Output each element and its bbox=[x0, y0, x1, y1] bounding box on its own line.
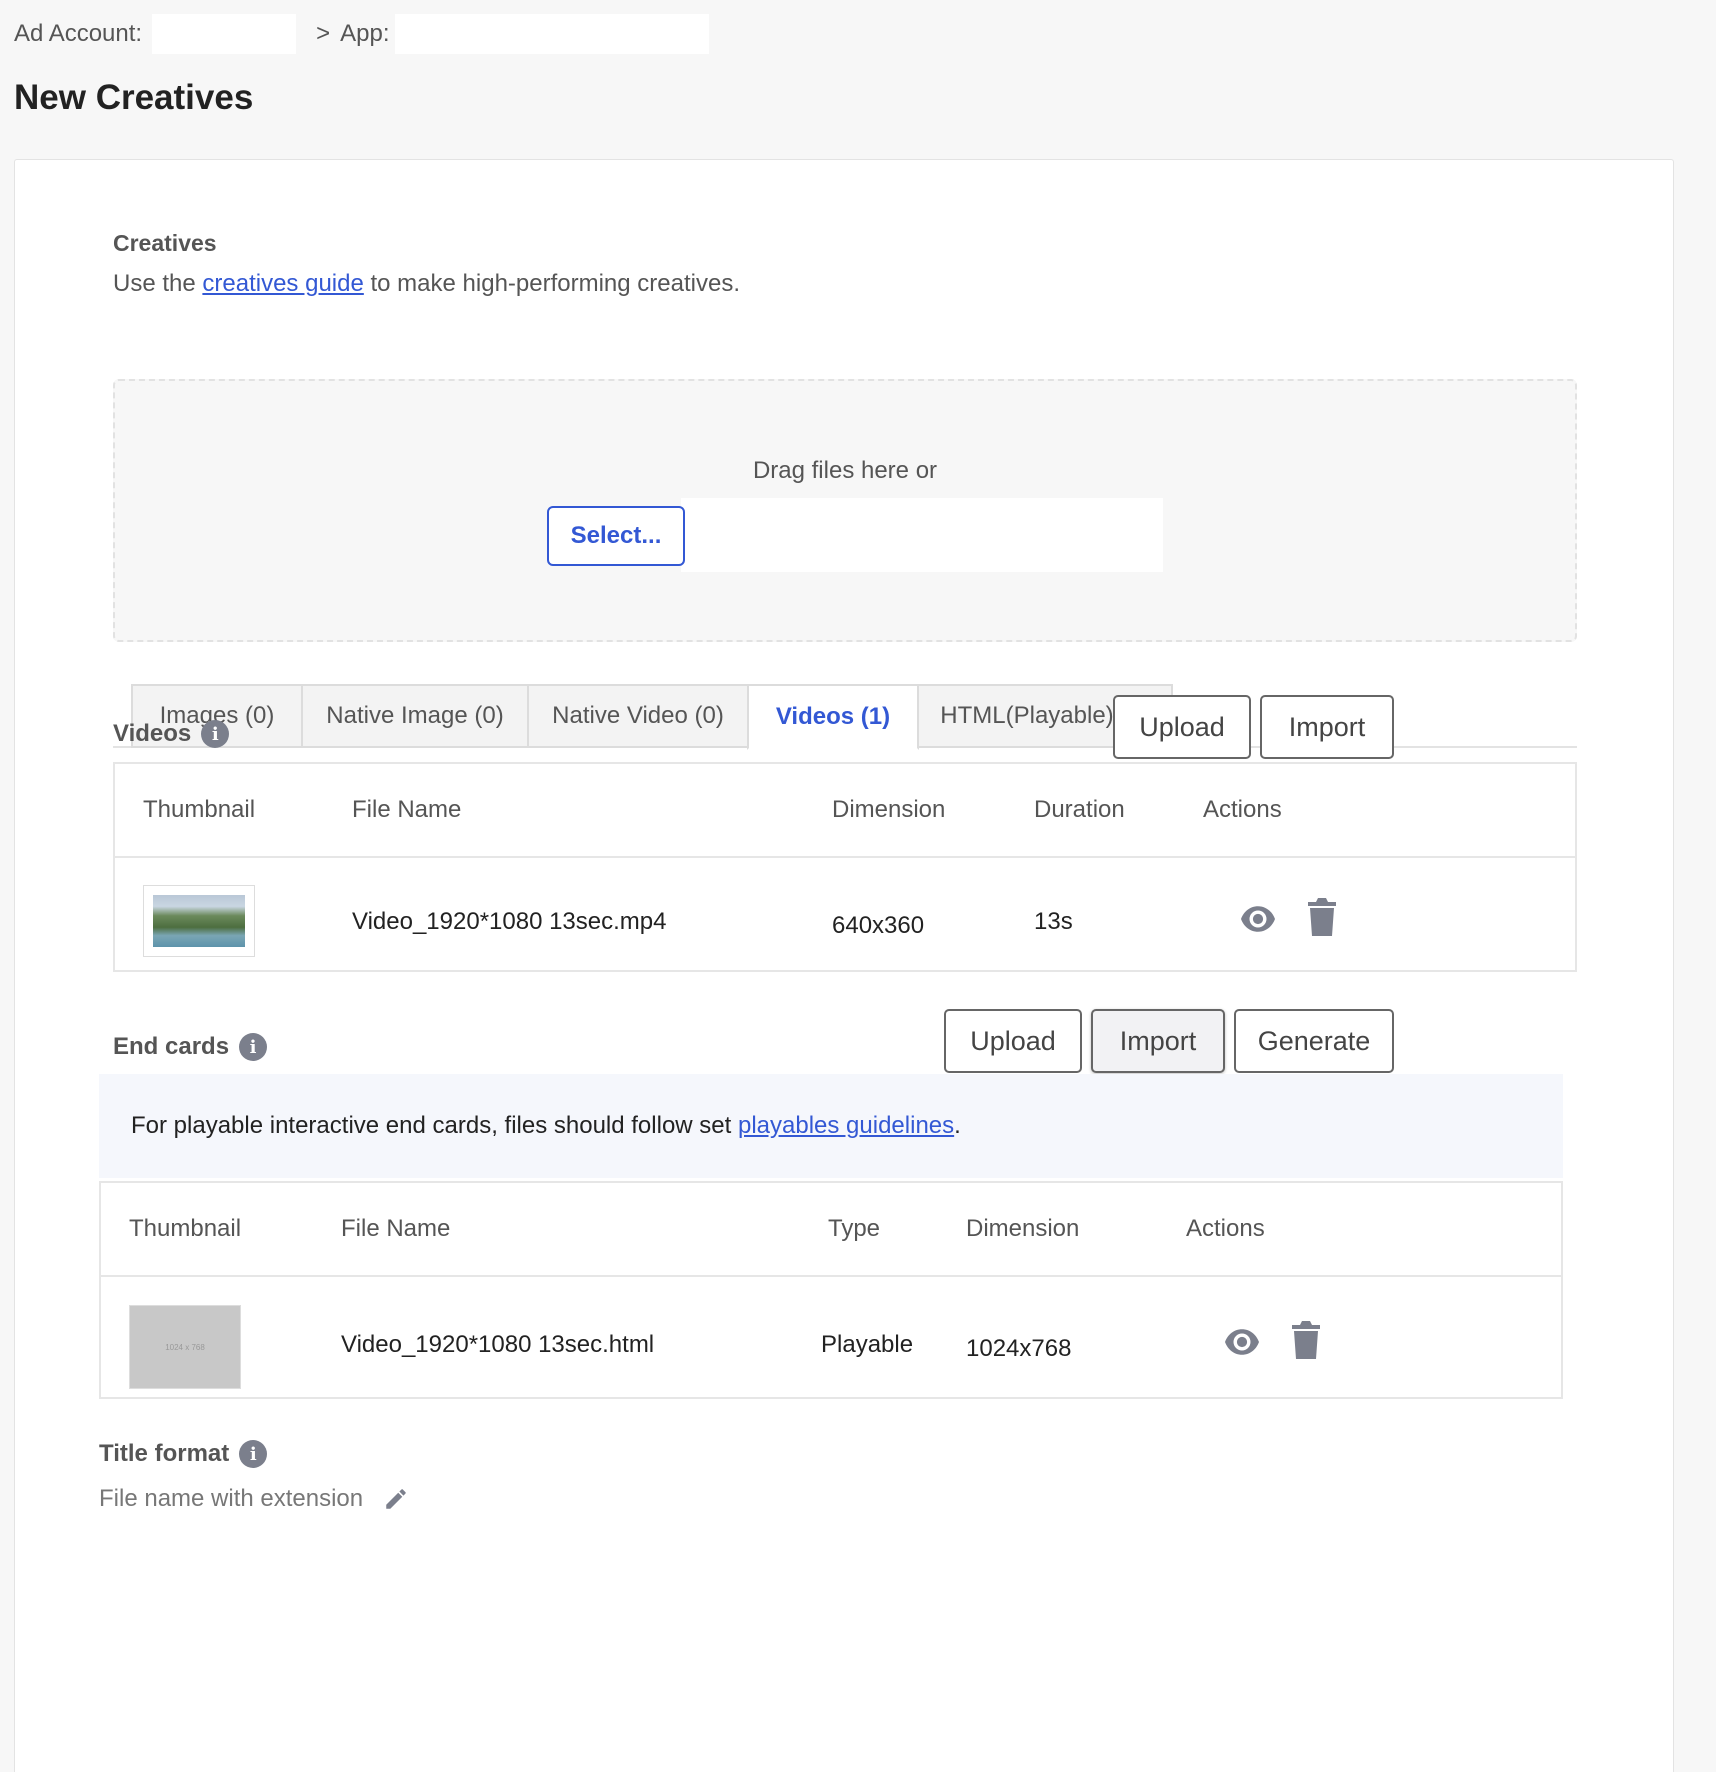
info-icon[interactable]: i bbox=[201, 720, 230, 748]
breadcrumb: Ad Account: > App: bbox=[14, 14, 710, 54]
playables-notice: For playable interactive end cards, file… bbox=[99, 1074, 1563, 1178]
videos-label: Videos bbox=[113, 720, 192, 747]
videos-table-header: Thumbnail File Name Dimension Duration A… bbox=[115, 764, 1575, 858]
col-thumbnail: Thumbnail bbox=[129, 1215, 242, 1242]
select-files-button[interactable]: Select... bbox=[547, 506, 685, 566]
videos-import-button[interactable]: Import bbox=[1260, 695, 1394, 759]
end-cards-table-header: Thumbnail File Name Type Dimension Actio… bbox=[101, 1183, 1561, 1277]
col-file-name[interactable]: File Name bbox=[352, 796, 461, 824]
notice-text-after: . bbox=[954, 1112, 961, 1139]
col-dimension[interactable]: Dimension bbox=[832, 796, 945, 824]
ad-account-label: Ad Account: bbox=[14, 20, 143, 47]
playables-guidelines-link[interactable]: playables guidelines bbox=[738, 1112, 954, 1140]
end-card-file-name: Video_1920*1080 13sec.html bbox=[341, 1331, 655, 1358]
creatives-guide-link[interactable]: creatives guide bbox=[202, 270, 363, 297]
eye-icon[interactable] bbox=[1241, 906, 1275, 932]
col-duration[interactable]: Duration bbox=[1034, 796, 1125, 824]
col-dimension[interactable]: Dimension bbox=[966, 1215, 1079, 1243]
file-dropzone[interactable]: Drag files here or Select... bbox=[113, 379, 1577, 642]
col-actions: Actions bbox=[1203, 796, 1282, 823]
page-title: New Creatives bbox=[14, 78, 254, 117]
notice-text-before: For playable interactive end cards, file… bbox=[131, 1112, 732, 1139]
trash-icon[interactable] bbox=[1308, 898, 1336, 936]
ad-account-value[interactable] bbox=[152, 14, 297, 54]
video-duration: 13s bbox=[1034, 908, 1073, 935]
title-format-value: File name with extension bbox=[99, 1485, 364, 1512]
video-thumbnail[interactable] bbox=[143, 885, 255, 957]
pencil-icon[interactable] bbox=[383, 1486, 409, 1512]
table-row: 1024 x 768 Video_1920*1080 13sec.html Pl… bbox=[101, 1277, 1561, 1397]
dropzone-hint: Drag files here or bbox=[752, 457, 938, 484]
select-file-field[interactable] bbox=[681, 498, 1163, 572]
title-format-section-label: Title format i bbox=[99, 1440, 1563, 1468]
end-card-thumbnail[interactable]: 1024 x 768 bbox=[129, 1305, 241, 1389]
end-cards-generate-button[interactable]: Generate bbox=[1234, 1009, 1394, 1073]
end-cards-upload-button[interactable]: Upload bbox=[944, 1009, 1082, 1073]
creatives-label: Creatives bbox=[113, 230, 217, 256]
videos-upload-button[interactable]: Upload bbox=[1113, 695, 1251, 759]
creatives-desc-after: to make high-performing creatives. bbox=[370, 270, 741, 297]
end-cards-import-button[interactable]: Import bbox=[1091, 1009, 1225, 1073]
info-icon[interactable]: i bbox=[239, 1440, 268, 1468]
breadcrumb-separator: > bbox=[316, 20, 331, 47]
end-card-dimension: 1024x768 bbox=[966, 1335, 1072, 1362]
col-thumbnail: Thumbnail bbox=[143, 796, 256, 823]
title-format-row: File name with extension bbox=[99, 1485, 409, 1513]
app-label: App: bbox=[340, 20, 390, 47]
end-cards-table: Thumbnail File Name Type Dimension Actio… bbox=[99, 1181, 1563, 1399]
end-card-type: Playable bbox=[821, 1331, 914, 1358]
info-icon[interactable]: i bbox=[239, 1033, 268, 1061]
end-cards-label: End cards bbox=[113, 1033, 230, 1060]
app-value[interactable] bbox=[395, 14, 710, 54]
creatives-card: Creatives Use the creatives guide to mak… bbox=[14, 159, 1674, 1772]
video-file-name: Video_1920*1080 13sec.mp4 bbox=[352, 908, 667, 935]
video-dimension: 640x360 bbox=[832, 912, 925, 939]
trash-icon[interactable] bbox=[1292, 1321, 1320, 1359]
col-file-name[interactable]: File Name bbox=[341, 1215, 450, 1243]
videos-table: Thumbnail File Name Dimension Duration A… bbox=[113, 762, 1577, 972]
creatives-desc-before: Use the bbox=[113, 270, 196, 297]
col-actions: Actions bbox=[1186, 1215, 1265, 1242]
title-format-label: Title format bbox=[99, 1440, 230, 1467]
creatives-description: Use the creatives guide to make high-per… bbox=[113, 270, 1577, 298]
eye-icon[interactable] bbox=[1225, 1329, 1259, 1355]
col-type[interactable]: Type bbox=[828, 1215, 880, 1243]
table-row: Video_1920*1080 13sec.mp4 640x360 13s bbox=[115, 858, 1575, 970]
